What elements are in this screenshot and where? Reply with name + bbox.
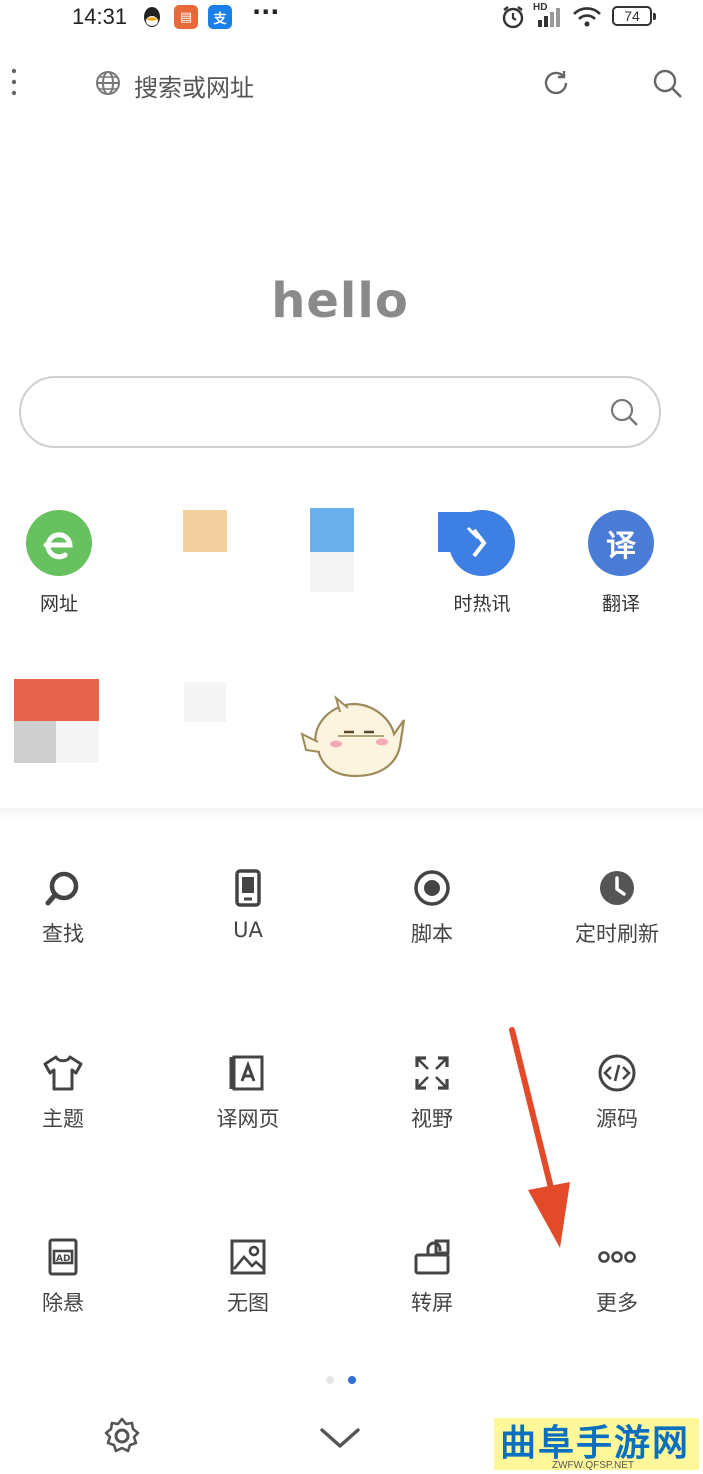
signal-icon [536, 6, 562, 32]
svg-text:AD: AD [56, 1254, 70, 1264]
tool-label: 无图 [227, 1291, 269, 1315]
alarm-icon [500, 4, 526, 34]
menu-dots-icon[interactable] [8, 66, 20, 100]
collapse-menu-chevron-icon[interactable] [318, 1424, 362, 1456]
hot-news-icon [438, 510, 515, 576]
settings-gear-icon[interactable] [102, 1416, 142, 1460]
clock-icon [600, 871, 634, 905]
browser-e-icon [26, 510, 92, 576]
tool-no-image[interactable]: 无图 [183, 1237, 313, 1317]
fullscreen-icon [415, 1056, 449, 1090]
wifi-icon [572, 6, 602, 32]
tool-rotate-screen[interactable]: 转屏 [367, 1237, 497, 1317]
home-greeting: hello [271, 273, 409, 329]
home-search-icon[interactable] [608, 396, 640, 432]
tshirt-icon [43, 1055, 83, 1091]
tool-ua[interactable]: UA [183, 868, 313, 942]
address-input[interactable]: 搜索或网址 [134, 68, 254, 103]
more-icon [598, 1251, 636, 1263]
qq-icon [140, 4, 164, 30]
rotate-screen-icon [414, 1239, 450, 1275]
status-time: 14:31 [72, 4, 128, 29]
pager-dot [326, 1376, 334, 1384]
tool-script[interactable]: 脚本 [367, 868, 497, 948]
shortcut-blurred-1[interactable] [183, 510, 227, 552]
menu-divider [0, 808, 703, 820]
shortcut-label: 时热讯 [453, 593, 511, 615]
blurred-tile [184, 682, 226, 722]
tool-label: 除悬 [42, 1291, 84, 1315]
no-image-icon [230, 1239, 266, 1275]
tool-label: 转屏 [411, 1291, 453, 1315]
tool-label: 查找 [42, 922, 84, 946]
mascot-sticker [298, 690, 408, 786]
tool-label: 译网页 [216, 1107, 280, 1131]
phone-icon [235, 869, 261, 907]
tool-label: 定时刷新 [575, 922, 659, 946]
watermark-logo: 曲阜手游网 [500, 1423, 691, 1464]
translate-icon: 译 [606, 529, 636, 564]
tool-label: UA [233, 918, 263, 942]
remove-float-icon: AD [48, 1238, 78, 1276]
tool-label: 视野 [411, 1107, 453, 1131]
shortcut-hot-news[interactable] [438, 510, 516, 576]
tool-theme[interactable]: 主题 [0, 1053, 128, 1133]
shortcut-blurred-2[interactable] [310, 508, 354, 552]
blurred-tile[interactable] [14, 679, 99, 721]
home-search-box[interactable] [19, 376, 661, 448]
app-notification-icon: ▤ [174, 5, 198, 29]
code-icon [598, 1054, 636, 1092]
annotation-arrow [500, 1024, 590, 1258]
translate-page-icon [229, 1055, 264, 1091]
status-more: ··· [252, 0, 280, 26]
tool-timed-refresh[interactable]: 定时刷新 [552, 868, 682, 948]
shortcut-label: 翻译 [601, 593, 640, 615]
tool-label: 更多 [596, 1291, 638, 1315]
blurred-tile [14, 721, 56, 763]
blurred-tile [310, 552, 354, 592]
search-icon[interactable] [650, 66, 684, 104]
shortcut-website[interactable] [26, 510, 92, 576]
tool-label: 主题 [42, 1107, 84, 1131]
refresh-icon[interactable] [540, 67, 572, 103]
tool-field-of-view[interactable]: 视野 [367, 1053, 497, 1133]
pager-dot-active [348, 1376, 356, 1384]
battery-indicator: 74 [612, 6, 656, 26]
script-icon [414, 870, 450, 906]
shortcut-label: 网址 [39, 593, 78, 615]
watermark-url: ZWFW.QFSP.NET [552, 1460, 635, 1471]
search-icon [45, 871, 79, 906]
tool-translate-page[interactable]: 译网页 [183, 1053, 313, 1133]
shortcut-translate[interactable]: 译 [588, 510, 654, 576]
tool-label: 脚本 [411, 922, 453, 946]
tool-find[interactable]: 查找 [0, 868, 128, 948]
blurred-tile [56, 721, 99, 763]
globe-icon [94, 69, 122, 101]
tool-remove-float[interactable]: AD 除悬 [0, 1237, 128, 1317]
alipay-icon: 支 [208, 5, 232, 29]
